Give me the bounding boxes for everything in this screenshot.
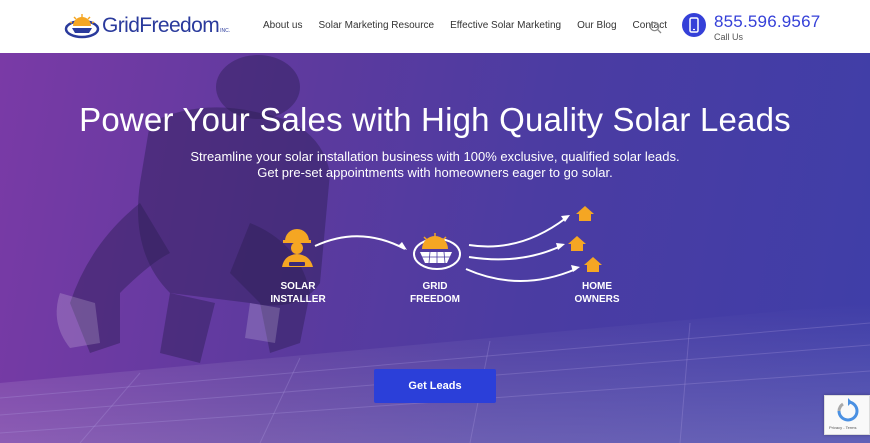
grid-freedom-label: GRID FREEDOM [395, 280, 475, 306]
solar-installer-label: SOLAR INSTALLER [258, 280, 338, 306]
logo-sun-icon [64, 14, 100, 39]
home-owners-label: HOME OWNERS [557, 280, 637, 306]
solar-installer-label-line-1: SOLAR [280, 281, 316, 292]
phone-icon [682, 13, 706, 37]
home-owners-label-line-1: HOME [582, 281, 612, 292]
get-leads-button[interactable]: Get Leads [374, 369, 496, 403]
nav-effective-solar-marketing[interactable]: Effective Solar Marketing [450, 20, 561, 31]
solar-installer-icon [282, 229, 313, 267]
main-nav: About us Solar Marketing Resource Effect… [263, 20, 683, 31]
recaptcha-links[interactable]: Privacy - Terms [829, 425, 856, 430]
grid-freedom-label-line-2: FREEDOM [410, 294, 460, 305]
home-icon-middle [568, 236, 586, 251]
logo-suffix: INC. [220, 28, 231, 34]
nav-about-us[interactable]: About us [263, 20, 302, 31]
nav-our-blog[interactable]: Our Blog [577, 20, 616, 31]
logo[interactable]: GridFreedom INC. [64, 12, 230, 40]
recaptcha-badge[interactable]: Privacy - Terms [824, 395, 870, 435]
grid-freedom-label-line-1: GRID [422, 281, 448, 292]
solar-installer-label-line-2: INSTALLER [270, 294, 326, 305]
search-icon[interactable] [649, 21, 662, 34]
home-owners-label-line-2: OWNERS [574, 294, 620, 305]
phone-call-label: Call Us [714, 32, 744, 42]
home-icon-top [576, 206, 594, 221]
phone-number[interactable]: 855.596.9567 [714, 12, 820, 32]
site-header: GridFreedom INC. About us Solar Marketin… [0, 0, 870, 53]
grid-freedom-icon [413, 233, 461, 270]
home-icon-bottom [584, 257, 602, 272]
hero-section: Power Your Sales with High Quality Solar… [0, 53, 870, 443]
logo-text: GridFreedom [102, 14, 220, 37]
recaptcha-icon [837, 398, 859, 422]
nav-solar-marketing-resource[interactable]: Solar Marketing Resource [318, 20, 434, 31]
